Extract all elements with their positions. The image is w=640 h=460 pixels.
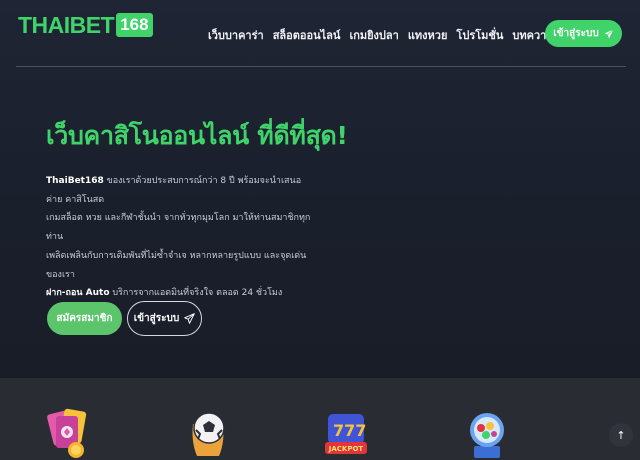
logo-number: 168: [116, 13, 153, 37]
nav-item-lottery[interactable]: แทงหวย: [408, 26, 448, 44]
hero-login-button[interactable]: เข้าสู่ระบบ: [127, 301, 202, 336]
desc-line-2: เกมสล็อต หวย และกีฬาชั้นนำ จากทั่วทุกมุม…: [46, 213, 311, 243]
hero-headline: เว็บคาสิโนออนไลน์ ที่ดีที่สุด!: [46, 121, 348, 150]
desc-line-1: ThaiBet168 ของเราด้วยประสบการณ์กว่า 8 ปี…: [46, 172, 316, 209]
lottery-machine-icon[interactable]: [464, 408, 510, 460]
nav-item-fishing[interactable]: เกมยิงปลา: [349, 26, 398, 44]
header-divider: [16, 66, 626, 67]
casino-cards-icon[interactable]: [46, 408, 92, 460]
send-outline-icon: [184, 313, 195, 324]
header-login-label: เข้าสู่ระบบ: [553, 28, 599, 39]
desc-line-3: เพลิดเพลินกับการเดิมพันที่ไม่ซ้ำจำเจ หลา…: [46, 250, 307, 280]
svg-text:777: 777: [333, 421, 366, 440]
back-to-top-button[interactable]: ↑: [609, 423, 633, 447]
desc-auto: ฝาก-ถอน Auto: [46, 288, 110, 299]
hero-description: ThaiBet168 ของเราด้วยประสบการณ์กว่า 8 ปี…: [46, 172, 316, 303]
header-login-button[interactable]: เข้าสู่ระบบ: [545, 20, 622, 47]
slot-jackpot-icon[interactable]: 777 JACKPOT: [323, 408, 369, 460]
desc-line-4-rest: บริการจากแอดมินที่จริงใจ ตลอด 24 ชั่วโมง: [109, 288, 283, 299]
game-categories-strip: [0, 378, 640, 460]
register-button[interactable]: สมัครสมาชิก: [47, 302, 122, 335]
logo-text: THAIBET: [18, 11, 115, 38]
football-icon[interactable]: [185, 408, 231, 460]
nav-item-promotions[interactable]: โปรโมชั่น: [456, 26, 503, 44]
send-icon: [604, 28, 614, 38]
nav-item-baccarat[interactable]: เว็บบาคาร่า: [208, 26, 264, 44]
desc-brand: ThaiBet168: [46, 176, 104, 186]
jackpot-label: JACKPOT: [328, 445, 364, 453]
nav-item-slots[interactable]: สล็อตออนไลน์: [273, 26, 341, 44]
main-nav: เว็บบาคาร่า สล็อตออนไลน์ เกมยิงปลา แทงหว…: [208, 26, 554, 44]
site-logo[interactable]: THAIBET 168: [18, 12, 153, 38]
hero-login-label: เข้าสู่ระบบ: [133, 313, 180, 324]
